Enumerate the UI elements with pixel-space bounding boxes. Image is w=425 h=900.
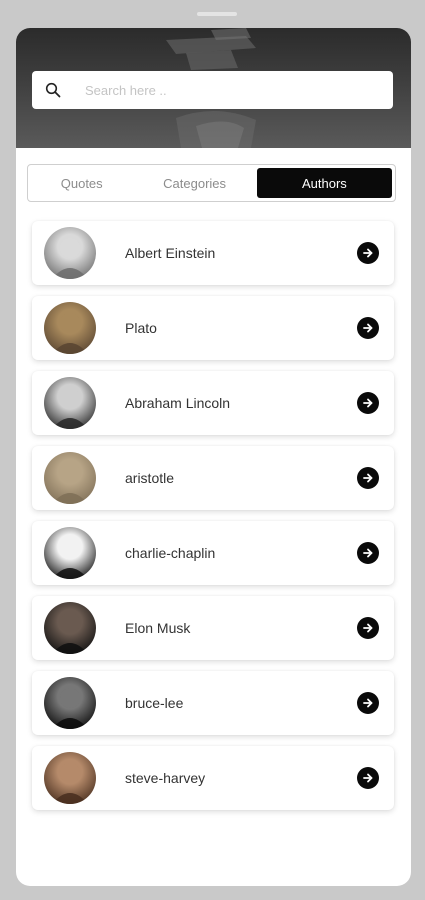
arrow-right-circle-icon[interactable] bbox=[357, 317, 379, 339]
author-card[interactable]: Plato bbox=[32, 296, 394, 360]
arrow-right-circle-icon[interactable] bbox=[357, 242, 379, 264]
author-list: Albert Einstein Plato Abraham Lincoln arist… bbox=[32, 221, 394, 821]
tab-categories[interactable]: Categories bbox=[132, 168, 256, 198]
author-avatar bbox=[44, 452, 96, 504]
author-avatar bbox=[44, 302, 96, 354]
tab-bar: Quotes Categories Authors bbox=[27, 164, 396, 202]
author-avatar bbox=[44, 227, 96, 279]
author-avatar bbox=[44, 602, 96, 654]
author-card[interactable]: charlie-chaplin bbox=[32, 521, 394, 585]
header-banner bbox=[16, 28, 411, 148]
tab-authors[interactable]: Authors bbox=[256, 168, 392, 198]
app-screen: Quotes Categories Authors Albert Einstei… bbox=[16, 28, 411, 886]
author-card[interactable]: bruce-lee bbox=[32, 671, 394, 735]
author-card[interactable]: Abraham Lincoln bbox=[32, 371, 394, 435]
author-card[interactable]: steve-harvey bbox=[32, 746, 394, 810]
author-name: steve-harvey bbox=[125, 770, 206, 786]
author-name: Abraham Lincoln bbox=[125, 395, 231, 411]
author-avatar bbox=[44, 752, 96, 804]
arrow-right-circle-icon[interactable] bbox=[357, 617, 379, 639]
arrow-right-circle-icon[interactable] bbox=[357, 692, 379, 714]
author-avatar bbox=[44, 677, 96, 729]
tab-quotes[interactable]: Quotes bbox=[31, 168, 132, 198]
arrow-right-circle-icon[interactable] bbox=[357, 542, 379, 564]
author-name: bruce-lee bbox=[125, 695, 184, 711]
author-name: Albert Einstein bbox=[125, 245, 216, 261]
arrow-right-circle-icon[interactable] bbox=[357, 392, 379, 414]
arrow-right-circle-icon[interactable] bbox=[357, 467, 379, 489]
author-avatar bbox=[44, 527, 96, 579]
author-avatar bbox=[44, 377, 96, 429]
arrow-right-circle-icon[interactable] bbox=[357, 767, 379, 789]
search-icon bbox=[45, 82, 61, 98]
author-card[interactable]: Elon Musk bbox=[32, 596, 394, 660]
author-name: charlie-chaplin bbox=[125, 545, 216, 561]
author-name: Plato bbox=[125, 320, 157, 336]
search-input[interactable] bbox=[85, 75, 375, 105]
author-name: Elon Musk bbox=[125, 620, 191, 636]
author-card[interactable]: Albert Einstein bbox=[32, 221, 394, 285]
search-bar[interactable] bbox=[32, 71, 393, 109]
device-notch bbox=[197, 12, 237, 16]
author-name: aristotle bbox=[125, 470, 175, 486]
author-card[interactable]: aristotle bbox=[32, 446, 394, 510]
